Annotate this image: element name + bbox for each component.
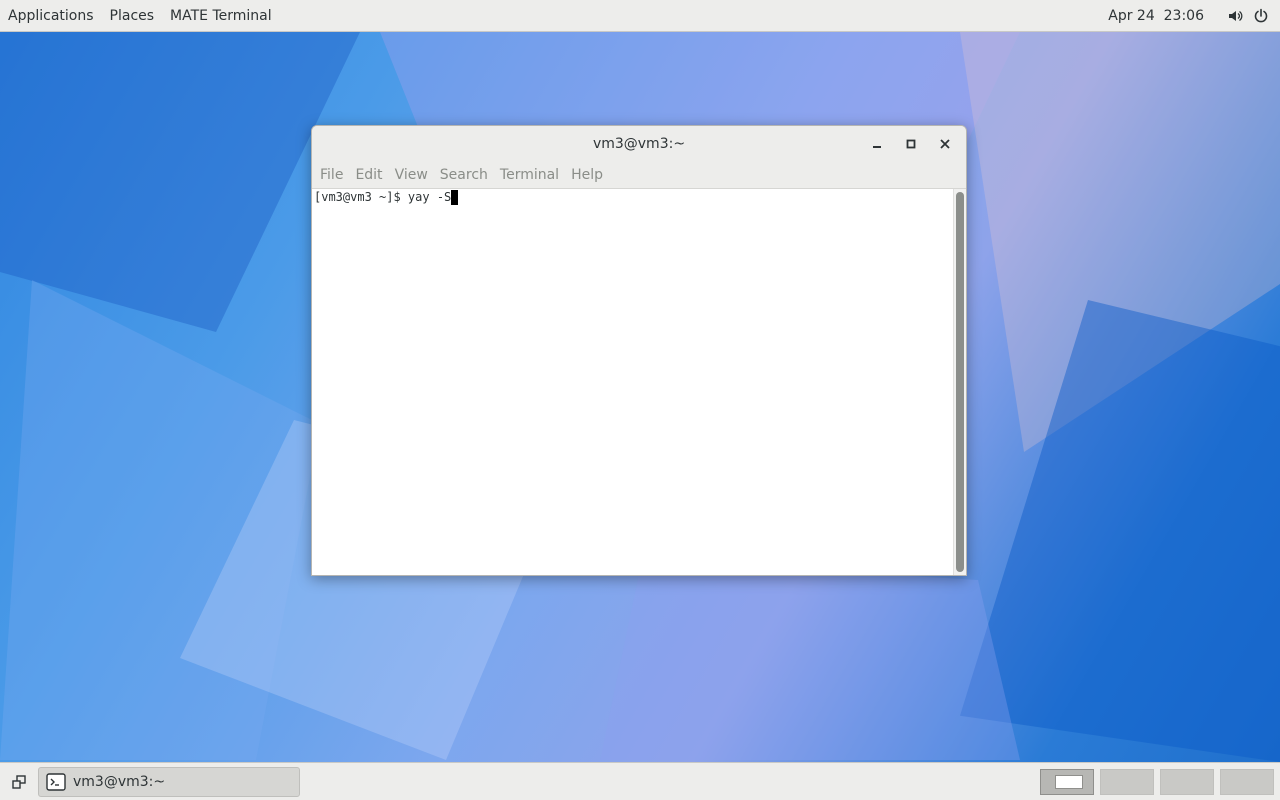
workspace-4[interactable] — [1220, 768, 1274, 795]
terminal-window[interactable]: vm3@vm3:~ File Edit View Search Terminal… — [311, 125, 967, 576]
active-app-menu[interactable]: MATE Terminal — [162, 0, 280, 32]
text-cursor — [451, 189, 459, 205]
window-title: vm3@vm3:~ — [592, 136, 686, 152]
minimize-icon[interactable] — [862, 130, 892, 158]
menu-edit[interactable]: Edit — [349, 167, 388, 183]
applications-menu[interactable]: Applications — [0, 0, 102, 32]
workspace-switcher — [1040, 768, 1274, 795]
taskbar-terminal-button[interactable]: vm3@vm3:~ — [38, 766, 300, 797]
menu-terminal[interactable]: Terminal — [494, 167, 565, 183]
menu-file[interactable]: File — [314, 167, 349, 183]
workspace-3[interactable] — [1160, 768, 1214, 795]
top-panel: Applications Places MATE Terminal Apr 24… — [0, 0, 1280, 32]
volume-icon[interactable] — [1222, 0, 1248, 32]
menu-view[interactable]: View — [389, 167, 434, 183]
terminal-scrollbar[interactable] — [953, 189, 966, 575]
maximize-icon[interactable] — [896, 130, 926, 158]
close-icon[interactable] — [930, 130, 960, 158]
menu-search[interactable]: Search — [434, 167, 494, 183]
clock[interactable]: Apr 24 23:06 — [1098, 8, 1222, 24]
workspace-2[interactable] — [1100, 768, 1154, 795]
power-icon[interactable] — [1248, 0, 1274, 32]
terminal-menubar: File Edit View Search Terminal Help — [312, 162, 966, 189]
terminal-prompt-line: [vm3@vm3 ~]$ yay -S — [314, 189, 452, 204]
scrollbar-thumb[interactable] — [956, 192, 964, 572]
terminal-icon — [45, 771, 67, 793]
bottom-panel: vm3@vm3:~ — [0, 762, 1280, 800]
terminal-output[interactable]: [vm3@vm3 ~]$ yay -S — [312, 189, 966, 575]
taskbar-label: vm3@vm3:~ — [73, 773, 166, 790]
workspace-1[interactable] — [1040, 768, 1094, 795]
menu-help[interactable]: Help — [565, 167, 609, 183]
places-menu[interactable]: Places — [102, 0, 163, 32]
show-desktop-icon[interactable] — [6, 769, 32, 795]
window-titlebar[interactable]: vm3@vm3:~ — [312, 126, 966, 162]
